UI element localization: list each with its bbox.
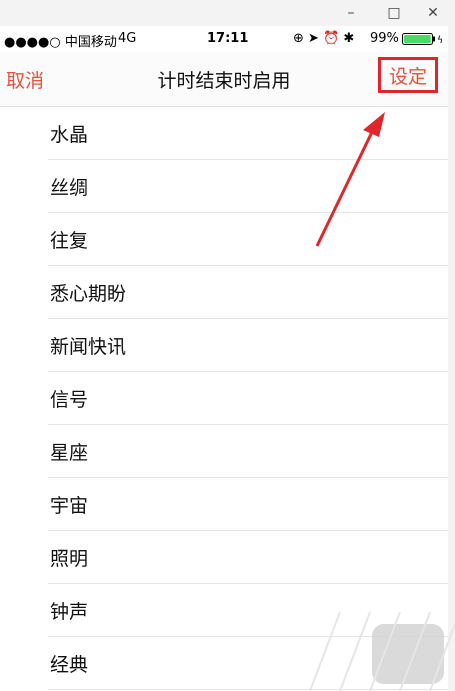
watermark-decoration — [309, 612, 455, 691]
annotation-arrow — [315, 112, 385, 247]
